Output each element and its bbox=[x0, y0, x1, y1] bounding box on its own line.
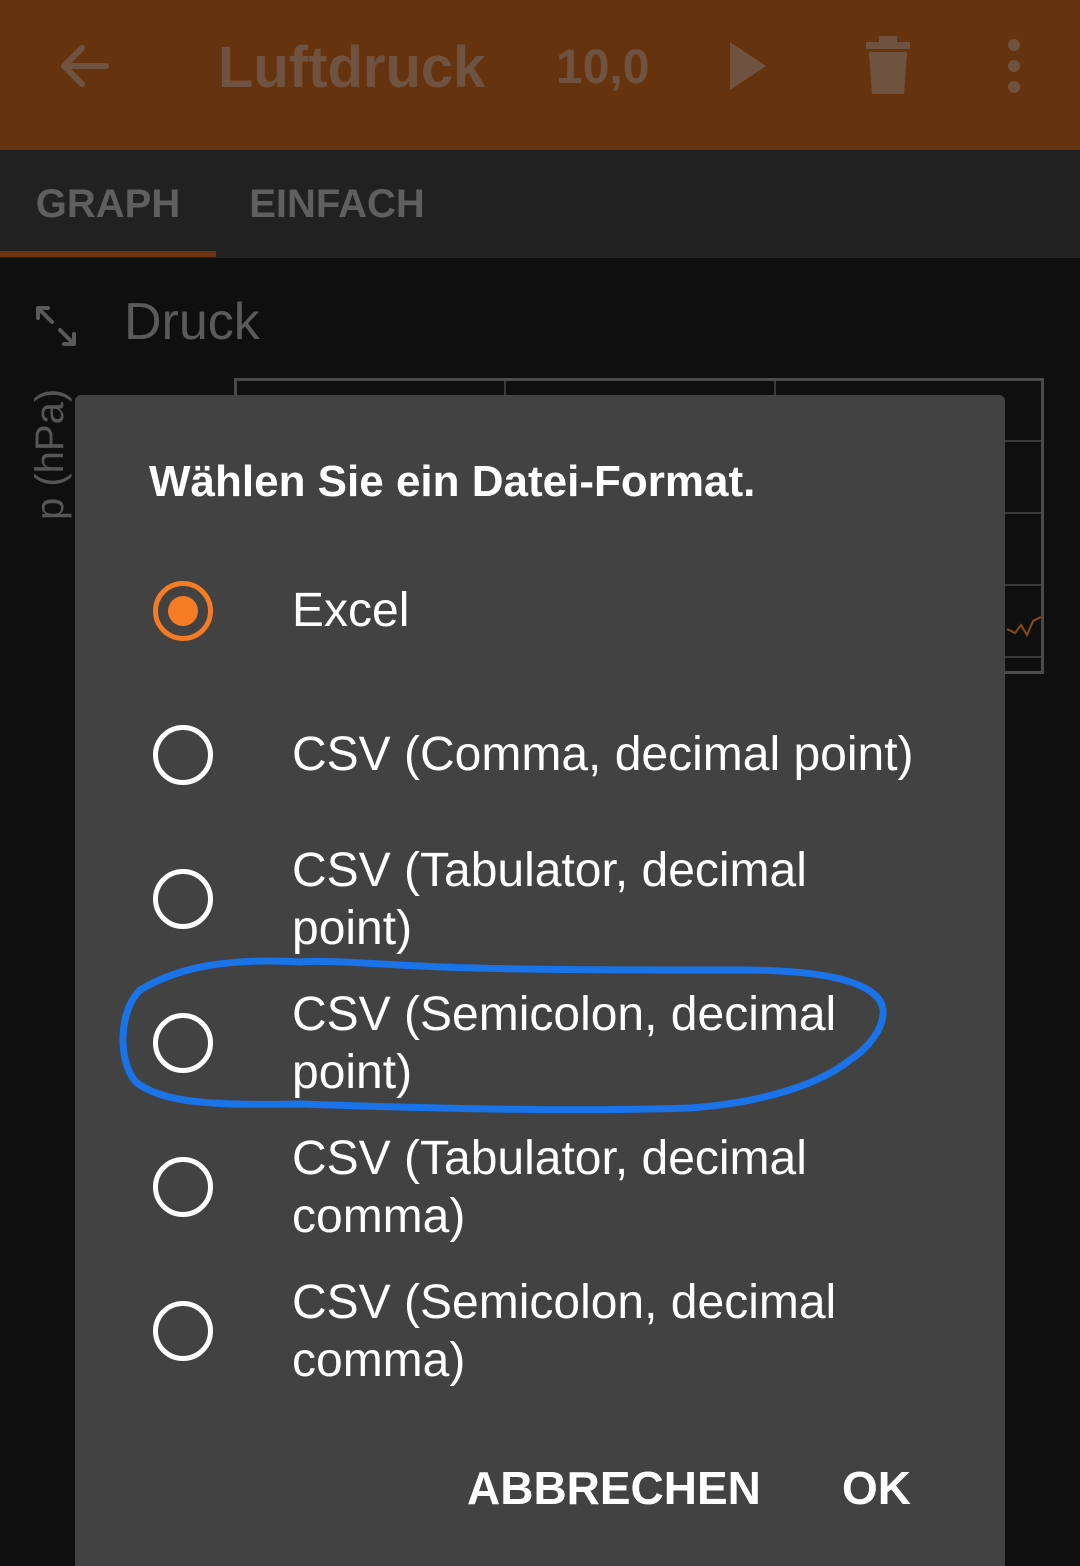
option-label: CSV (Comma, decimal point) bbox=[292, 728, 914, 781]
option-label: Excel bbox=[292, 584, 410, 637]
radio-button[interactable] bbox=[153, 1301, 213, 1361]
tab-bar: GRAPH EINFACH bbox=[0, 150, 1080, 258]
option-label: CSV (Semicolon, decimal comma) bbox=[292, 1276, 837, 1387]
tab-graph[interactable]: GRAPH bbox=[0, 150, 216, 258]
tab-indicator bbox=[0, 251, 216, 257]
radio-button[interactable] bbox=[153, 1157, 213, 1217]
dialog-title: Wählen Sie ein Datei-Format. bbox=[149, 457, 756, 506]
app-bar: Luftdruck 10,0 bbox=[0, 0, 1080, 150]
panel-title: Druck bbox=[124, 293, 260, 351]
radio-button[interactable] bbox=[153, 725, 213, 785]
experiment-title: Luftdruck bbox=[218, 35, 486, 100]
radio-button[interactable] bbox=[153, 581, 213, 641]
expand-icon[interactable] bbox=[32, 302, 80, 350]
back-arrow-icon[interactable] bbox=[54, 36, 114, 96]
tab-einfach[interactable]: EINFACH bbox=[216, 150, 458, 258]
ok-button[interactable]: OK bbox=[842, 1461, 911, 1515]
radio-button[interactable] bbox=[153, 1013, 213, 1073]
y-axis-label: p (hPa) bbox=[28, 388, 72, 520]
option-label: CSV (Tabulator, decimal point) bbox=[292, 844, 807, 955]
sample-rate: 10,0 bbox=[556, 41, 650, 94]
option-label: CSV (Tabulator, decimal comma) bbox=[292, 1132, 807, 1243]
option-label: CSV (Semicolon, decimal point) bbox=[292, 988, 837, 1099]
file-format-dialog: Wählen Sie ein Datei-Format. Excel CSV (… bbox=[75, 395, 1005, 1566]
more-vert-icon[interactable] bbox=[996, 36, 1032, 96]
trash-icon[interactable] bbox=[864, 36, 912, 96]
screen: Luftdruck 10,0 GRAPH EINFACH Druck p (hP… bbox=[0, 0, 1080, 1566]
play-icon[interactable] bbox=[726, 40, 770, 92]
cancel-button[interactable]: ABBRECHEN bbox=[467, 1461, 761, 1515]
radio-button[interactable] bbox=[153, 869, 213, 929]
